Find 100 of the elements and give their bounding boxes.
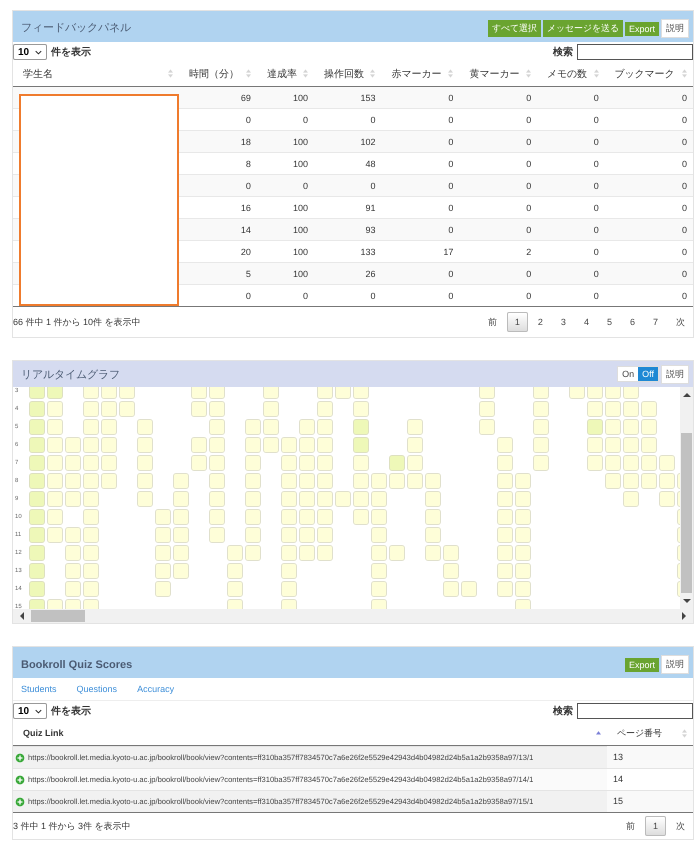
activity-cell <box>263 387 279 399</box>
activity-cell <box>497 437 513 453</box>
activity-cell <box>533 401 549 417</box>
activity-cell <box>515 491 531 507</box>
activity-cell <box>605 419 621 435</box>
tab-link[interactable]: Students <box>21 684 57 694</box>
page-length-select[interactable]: 10 <box>13 44 47 60</box>
activity-cell <box>65 581 81 597</box>
page-button[interactable]: 3 <box>552 312 574 332</box>
search-field[interactable] <box>577 44 693 60</box>
activity-cell <box>587 437 603 453</box>
activity-cell <box>407 437 423 453</box>
activity-cell <box>371 545 387 561</box>
scroll-thumb[interactable] <box>681 433 692 593</box>
activity-cell <box>83 387 99 399</box>
page-button[interactable]: 次 <box>668 814 693 838</box>
activity-cell <box>515 563 531 579</box>
plus-icon[interactable] <box>15 796 25 806</box>
scroll-thumb[interactable] <box>31 610 85 622</box>
horizontal-scrollbar[interactable] <box>13 609 693 623</box>
page-button[interactable]: 1 <box>644 816 666 836</box>
activity-cell <box>587 401 603 417</box>
activity-cell <box>29 401 45 417</box>
activity-cell <box>443 563 459 579</box>
tab-link[interactable]: Accuracy <box>137 684 174 694</box>
activity-cell <box>173 509 189 525</box>
page-button[interactable]: 1 <box>506 312 528 332</box>
activity-cell <box>623 387 639 399</box>
sort-icon <box>448 69 454 78</box>
activity-cell <box>443 545 459 561</box>
search-field[interactable] <box>577 703 693 719</box>
sort-icon <box>682 69 687 78</box>
activity-cell <box>389 545 405 561</box>
activity-cell <box>227 581 243 597</box>
activity-cell <box>623 419 639 435</box>
activity-cell <box>389 473 405 489</box>
activity-cell <box>209 473 225 489</box>
page-button[interactable]: 4 <box>576 312 597 332</box>
search-label: 検索 <box>553 704 573 718</box>
activity-cell <box>281 509 297 525</box>
activity-cell <box>299 527 315 543</box>
activity-cell <box>47 419 63 435</box>
sort-icon <box>370 69 376 78</box>
activity-cell <box>533 387 549 399</box>
activity-cell <box>605 387 621 399</box>
table-cell: 0 <box>256 284 314 306</box>
activity-cell <box>47 437 63 453</box>
page-button[interactable]: 2 <box>530 312 551 332</box>
page-button[interactable]: 5 <box>598 312 620 332</box>
header-button[interactable]: 説明 <box>661 19 689 38</box>
activity-cell <box>83 437 99 453</box>
header-button[interactable]: 説明 <box>661 655 689 674</box>
toggle-button[interactable]: Off <box>638 367 658 381</box>
tab-link[interactable]: Questions <box>76 684 118 694</box>
activity-cell <box>83 455 99 471</box>
activity-cell <box>29 563 45 579</box>
page-button[interactable]: 7 <box>644 312 666 332</box>
activity-cell <box>479 387 495 399</box>
page-button[interactable]: 次 <box>668 310 693 334</box>
activity-cell <box>425 473 441 489</box>
activity-cell <box>317 473 333 489</box>
activity-cell <box>83 563 99 579</box>
sort-icon <box>526 69 532 78</box>
activity-cell <box>497 491 513 507</box>
plus-icon[interactable] <box>15 774 25 784</box>
activity-cell <box>569 387 585 399</box>
activity-cell <box>299 509 315 525</box>
activity-cell <box>245 419 261 435</box>
activity-cell <box>389 455 405 471</box>
vertical-scrollbar[interactable] <box>680 387 693 609</box>
activity-cell <box>443 581 459 597</box>
activity-cell <box>623 401 639 417</box>
activity-cell <box>299 419 315 435</box>
activity-cell <box>263 437 279 453</box>
scroll-up-icon[interactable] <box>682 392 690 398</box>
activity-cell <box>371 581 387 597</box>
activity-cell <box>659 455 675 471</box>
plus-icon[interactable] <box>15 752 25 762</box>
activity-cell <box>65 455 81 471</box>
activity-cell <box>47 455 63 471</box>
page-button[interactable]: 6 <box>622 312 643 332</box>
activity-cell <box>29 455 45 471</box>
scroll-down-icon[interactable] <box>682 598 690 604</box>
page-button[interactable]: 前 <box>480 310 505 334</box>
activity-cell <box>623 491 639 507</box>
table-cell: 14 <box>607 768 693 790</box>
activity-cell <box>281 527 297 543</box>
header-button[interactable]: 説明 <box>661 364 689 384</box>
page-length-select[interactable]: 10 <box>13 703 47 719</box>
activity-cell <box>47 509 63 525</box>
activity-cell <box>623 473 639 489</box>
activity-cell <box>281 563 297 579</box>
activity-cell <box>515 473 531 489</box>
activity-cell <box>497 527 513 543</box>
scroll-right-icon[interactable] <box>681 612 687 620</box>
activity-cell <box>587 455 603 471</box>
activity-cell <box>29 419 45 435</box>
scroll-left-icon[interactable] <box>19 612 25 620</box>
page-button[interactable]: 前 <box>618 814 643 838</box>
activity-cell <box>137 419 153 435</box>
